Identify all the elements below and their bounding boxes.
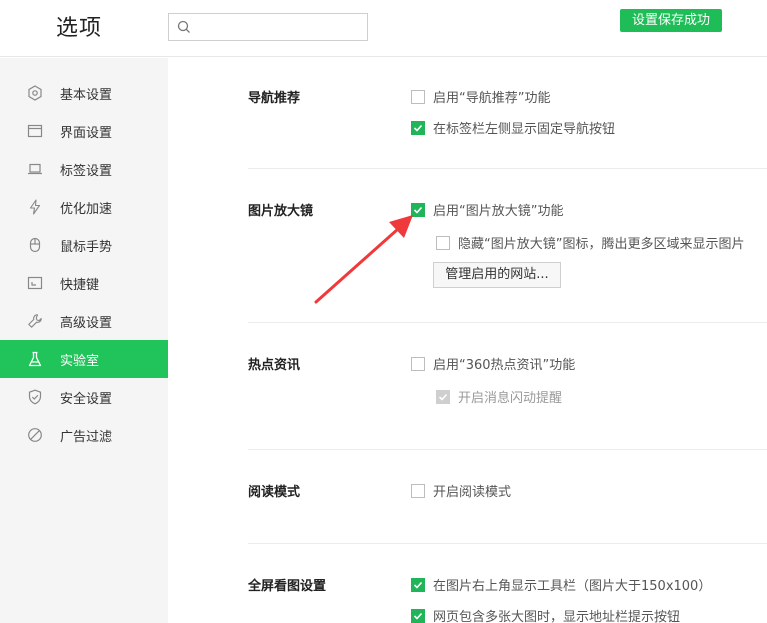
check-icon — [413, 581, 423, 589]
reading-mode-option[interactable]: 开启阅读模式 — [411, 481, 511, 500]
laptop-icon — [26, 160, 44, 178]
keyboard-icon — [26, 274, 44, 292]
manage-sites-button[interactable]: 管理启用的网站... — [433, 262, 561, 288]
section-divider — [248, 168, 767, 169]
checkbox[interactable] — [436, 235, 450, 250]
sidebar-item-label: 优化加速 — [60, 201, 113, 217]
option-label: 启用“导航推荐”功能 — [433, 91, 551, 106]
checkbox-checked[interactable] — [411, 577, 425, 592]
checkbox[interactable] — [411, 483, 425, 498]
sidebar: 基本设置 界面设置 标签设置 优化加速 鼠标手势 快捷键 高级设置 实验室 安全… — [0, 58, 168, 623]
sidebar-item-label: 实验室 — [60, 353, 100, 369]
sidebar-item-advanced[interactable]: 高级设置 — [0, 302, 168, 340]
sidebar-item-adblock[interactable]: 广告过滤 — [0, 416, 168, 454]
lightning-icon — [26, 198, 44, 216]
search-input[interactable] — [168, 13, 368, 41]
save-success-toast: 设置保存成功 — [620, 9, 722, 32]
magnifier-enable-option[interactable]: 启用“图片放大镜”功能 — [411, 200, 563, 219]
section-title-magnifier: 图片放大镜 — [248, 204, 314, 219]
option-label: 在标签栏左侧显示固定导航按钮 — [433, 122, 616, 137]
checkbox-checked[interactable] — [411, 608, 425, 623]
sidebar-item-security[interactable]: 安全设置 — [0, 378, 168, 416]
page-title: 选项 — [56, 16, 103, 41]
option-label: 开启消息闪动提醒 — [458, 391, 563, 406]
fullscreen-address-bar-option[interactable]: 网页包含多张大图时，显示地址栏提示按钮 — [411, 606, 680, 623]
option-label: 启用“360热点资讯”功能 — [433, 358, 576, 373]
checkbox-checked[interactable] — [411, 120, 425, 135]
flask-icon — [26, 350, 44, 368]
option-label: 开启阅读模式 — [433, 485, 512, 500]
check-icon — [413, 124, 423, 132]
hot-news-enable-option[interactable]: 启用“360热点资讯”功能 — [411, 354, 575, 373]
window-icon — [26, 122, 44, 140]
option-label: 在图片右上角显示工具栏（图片大于150x100） — [433, 579, 712, 594]
hexagon-icon — [26, 84, 44, 102]
sidebar-item-label: 标签设置 — [60, 163, 113, 179]
check-icon — [413, 206, 423, 214]
sidebar-item-label: 快捷键 — [60, 277, 100, 293]
magnifier-hide-icon-option[interactable]: 隐藏“图片放大镜”图标，腾出更多区域来显示图片 — [436, 233, 744, 252]
sidebar-item-label: 鼠标手势 — [60, 239, 113, 255]
hot-news-flash-option: 开启消息闪动提醒 — [436, 387, 562, 406]
shield-icon — [26, 388, 44, 406]
section-divider — [248, 543, 767, 544]
search-icon — [177, 20, 190, 33]
checkbox[interactable] — [411, 89, 425, 104]
option-label: 启用“图片放大镜”功能 — [433, 204, 564, 219]
sidebar-item-label: 高级设置 — [60, 315, 113, 331]
option-label: 隐藏“图片放大镜”图标，腾出更多区域来显示图片 — [458, 237, 745, 252]
mouse-icon — [26, 236, 44, 254]
sidebar-item-tabs[interactable]: 标签设置 — [0, 150, 168, 188]
check-icon — [413, 612, 423, 620]
sidebar-item-interface[interactable]: 界面设置 — [0, 112, 168, 150]
section-divider — [248, 322, 767, 323]
checkbox[interactable] — [411, 356, 425, 371]
nav-button-option[interactable]: 在标签栏左侧显示固定导航按钮 — [411, 118, 615, 137]
checkbox-checked[interactable] — [411, 202, 425, 217]
sidebar-item-label: 界面设置 — [60, 125, 113, 141]
section-title-hot-news: 热点资讯 — [248, 358, 301, 373]
section-title-nav-recommend: 导航推荐 — [248, 91, 301, 106]
section-title-reading: 阅读模式 — [248, 485, 301, 500]
sidebar-item-basic[interactable]: 基本设置 — [0, 74, 168, 112]
wrench-icon — [26, 312, 44, 330]
nav-recommend-enable-option[interactable]: 启用“导航推荐”功能 — [411, 87, 550, 106]
section-title-fullscreen: 全屏看图设置 — [248, 579, 327, 594]
option-label: 网页包含多张大图时，显示地址栏提示按钮 — [433, 610, 681, 623]
block-icon — [26, 426, 44, 444]
fullscreen-toolbar-option[interactable]: 在图片右上角显示工具栏（图片大于150x100） — [411, 575, 711, 594]
checkbox-disabled — [436, 389, 450, 404]
sidebar-item-mouse-gesture[interactable]: 鼠标手势 — [0, 226, 168, 264]
sidebar-item-optimize[interactable]: 优化加速 — [0, 188, 168, 226]
sidebar-item-lab[interactable]: 实验室 — [0, 340, 168, 378]
section-divider — [248, 449, 767, 450]
sidebar-item-shortcuts[interactable]: 快捷键 — [0, 264, 168, 302]
sidebar-item-label: 广告过滤 — [60, 429, 113, 445]
sidebar-item-label: 基本设置 — [60, 87, 113, 103]
sidebar-item-label: 安全设置 — [60, 391, 113, 407]
check-icon — [438, 393, 448, 401]
header: 选项 设置保存成功 — [0, 0, 767, 57]
